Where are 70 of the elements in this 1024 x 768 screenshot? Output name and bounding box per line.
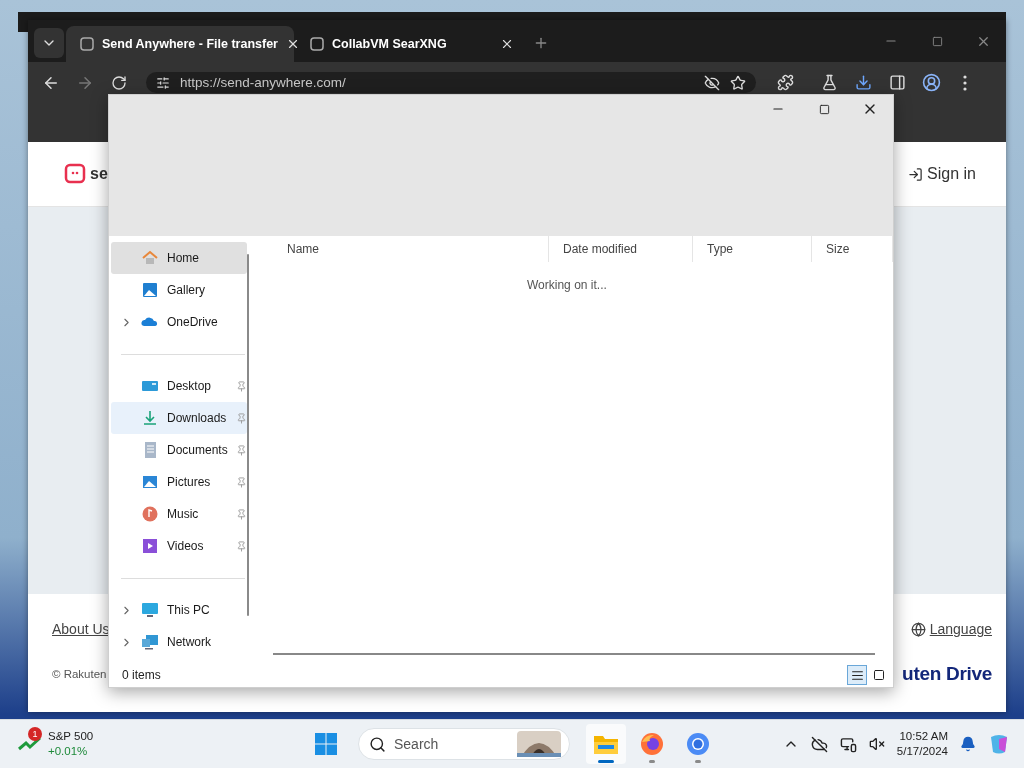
network-icon	[141, 633, 159, 651]
column-header[interactable]: Size	[812, 236, 893, 262]
mute-icon[interactable]	[868, 736, 885, 752]
sidebar-item[interactable]: This PC	[111, 594, 247, 626]
monitor-icon	[141, 601, 159, 619]
folder-icon	[593, 733, 619, 755]
home-icon	[141, 249, 159, 267]
search-icon	[369, 735, 386, 753]
taskbar-app[interactable]	[586, 724, 626, 764]
loading-text: Working on it...	[526, 278, 608, 292]
notification-badge: 1	[28, 727, 42, 741]
copilot-icon[interactable]	[988, 733, 1010, 755]
widget-change: +0.01%	[48, 744, 89, 759]
logo-text: se	[90, 165, 108, 183]
sidebar-item[interactable]: Videos	[111, 530, 247, 562]
browser-icon	[686, 732, 710, 756]
sidebar-item[interactable]: Desktop	[111, 370, 247, 402]
browser-tab[interactable]: CollabVM SearXNG	[296, 26, 524, 62]
side-panel-icon	[888, 74, 906, 91]
sidebar-item[interactable]: Network	[111, 626, 247, 658]
copyright-text: © Rakuten	[52, 668, 107, 680]
reload-icon	[111, 74, 127, 91]
flask-icon	[820, 74, 838, 91]
search-field[interactable]: Search	[358, 728, 570, 760]
star-icon[interactable]	[730, 74, 746, 91]
gallery-icon	[141, 281, 159, 299]
pictures-icon	[141, 473, 159, 491]
sidebar-item[interactable]: Home	[111, 242, 247, 274]
sidebar-item[interactable]: Downloads	[111, 402, 247, 434]
language-link[interactable]: Language	[910, 621, 992, 637]
video-icon	[141, 537, 159, 555]
sidebar-item[interactable]: OneDrive	[111, 306, 247, 338]
list-icon	[850, 668, 864, 682]
bell-icon[interactable]	[960, 736, 976, 752]
sign-in-link[interactable]: Sign in	[908, 165, 976, 183]
brand-logo: uten Drive	[902, 663, 992, 685]
sidebar-item[interactable]: Gallery	[111, 274, 247, 306]
firefox-icon	[640, 732, 664, 756]
plus-icon	[533, 35, 549, 51]
sidebar-item[interactable]: Pictures	[111, 466, 247, 498]
maximize-icon	[818, 103, 830, 115]
display-icon[interactable]	[839, 735, 857, 753]
windows-icon	[315, 733, 337, 755]
puzzle-icon	[776, 74, 794, 91]
menu-icon	[963, 74, 967, 91]
page-icon	[80, 37, 94, 51]
widget-title: S&P 500	[48, 729, 94, 744]
sidebar-item[interactable]: Music	[111, 498, 247, 530]
eye-off-icon[interactable]	[704, 74, 720, 91]
column-header[interactable]: Type	[693, 236, 812, 262]
logo-icon	[64, 163, 86, 185]
column-header[interactable]: Name	[273, 236, 549, 262]
site-info-icon[interactable]	[156, 75, 170, 90]
music-icon	[141, 505, 159, 523]
details-view-button[interactable]	[847, 665, 867, 685]
sign-in-icon	[908, 166, 924, 182]
item-count: 0 items	[122, 668, 161, 682]
close-icon[interactable]	[286, 37, 300, 51]
tab-list-button[interactable]	[34, 28, 64, 58]
sidebar-item[interactable]: Documents	[111, 434, 247, 466]
column-header[interactable]: Date modified	[549, 236, 693, 262]
download-icon	[141, 409, 159, 427]
close-icon[interactable]	[500, 37, 514, 51]
address-bar[interactable]: https://send-anywhere.com/	[146, 72, 756, 93]
clock[interactable]: 10:52 AM 5/17/2024	[896, 729, 948, 759]
square-icon	[873, 669, 885, 681]
cloud-off-icon[interactable]	[810, 735, 828, 753]
profile-icon	[921, 73, 941, 92]
download-icon	[854, 74, 872, 91]
maximize-icon	[931, 35, 943, 47]
